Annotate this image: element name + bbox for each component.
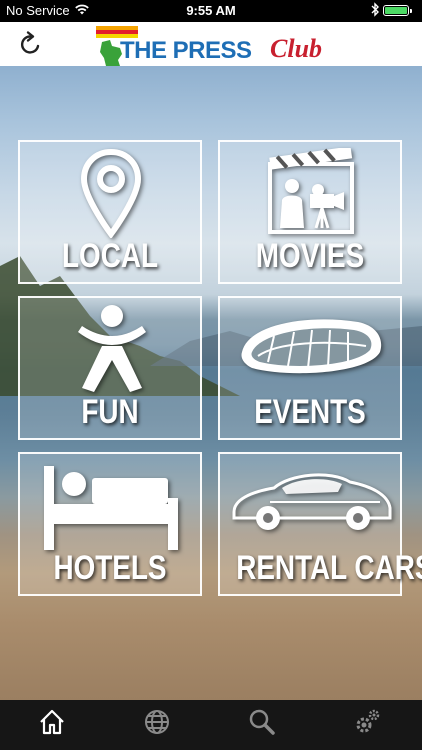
stadium-icon: [241, 319, 382, 374]
tile-fun[interactable]: FUN: [18, 296, 202, 440]
tile-rental-cars[interactable]: RENTAL CARS: [218, 452, 422, 596]
logo-text-club: Club: [270, 34, 323, 63]
home-icon: [40, 709, 64, 735]
refresh-icon[interactable]: [17, 30, 45, 58]
battery-icon: [383, 5, 412, 16]
tile-fun-label: FUN: [81, 393, 139, 431]
tab-globe[interactable]: [105, 700, 210, 750]
tile-rental-cars-label: RENTAL CARS: [236, 549, 422, 587]
movie-camera-icon: [268, 148, 354, 234]
main-content: LOCAL MOVIES FUN EVENTS HOTELS RENTAL CA…: [0, 66, 422, 700]
tab-search[interactable]: [210, 700, 315, 750]
tile-movies-label: MOVIES: [255, 237, 365, 275]
bed-icon: [44, 466, 178, 550]
bluetooth-icon: [371, 2, 379, 17]
tab-home[interactable]: [0, 700, 105, 750]
tile-hotels-label: HOTELS: [53, 549, 167, 587]
tile-movies[interactable]: MOVIES: [218, 140, 402, 284]
tile-local-label: LOCAL: [61, 237, 159, 275]
map-pin-icon: [80, 148, 142, 238]
tile-local[interactable]: LOCAL: [18, 140, 202, 284]
tile-hotels[interactable]: HOTELS: [18, 452, 202, 596]
battery-fill: [385, 7, 407, 14]
app-header: THE PRESS Club: [0, 22, 422, 66]
person-jumping-icon: [78, 305, 146, 392]
status-bar: No Service 9:55 AM: [0, 0, 422, 22]
clock: 9:55 AM: [186, 3, 236, 18]
tab-settings[interactable]: [315, 700, 420, 750]
settings-gears-icon: [356, 709, 380, 733]
globe-icon: [145, 710, 169, 734]
tab-bar: [0, 700, 422, 750]
tile-events[interactable]: EVENTS: [218, 296, 402, 440]
logo-text-press: THE PRESS: [120, 37, 252, 64]
car-icon: [232, 473, 392, 530]
tile-events-label: EVENTS: [254, 393, 366, 431]
press-club-logo: THE PRESS Club: [96, 26, 336, 66]
search-icon: [249, 709, 275, 735]
